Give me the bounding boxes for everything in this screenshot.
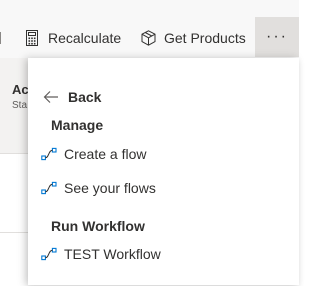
form-divider [0,232,30,233]
create-flow-label: Create a flow [64,146,147,162]
flow-flyout-menu: Back Manage Create a flow See your flows… [28,58,299,285]
test-workflow-menu-item[interactable]: TEST Workflow [41,244,161,264]
box-icon [141,30,156,46]
see-flows-menu-item[interactable]: See your flows [41,178,156,198]
form-section [0,153,30,286]
more-icon: ··· [266,28,288,45]
flow-icon [41,247,57,261]
recalculate-label: Recalculate [48,30,122,46]
back-button[interactable]: Back [43,88,101,106]
create-flow-menu-item[interactable]: Create a flow [41,144,146,164]
form-title: Ac [12,82,29,97]
get-products-label: Get Products [164,30,246,46]
form-subtitle: Sta [12,100,28,111]
get-products-button[interactable]: Get Products [141,22,246,54]
flow-icon [41,181,57,195]
toolbar-separator [0,32,5,44]
section-heading-manage: Manage [51,117,104,133]
back-label: Back [68,89,102,105]
recalculate-button[interactable]: Recalculate [25,22,121,54]
section-heading-run-workflow: Run Workflow [51,218,145,234]
flow-icon [41,147,57,161]
calculator-icon [25,30,39,46]
back-arrow-icon [43,90,59,104]
test-workflow-label: TEST Workflow [64,246,161,262]
more-commands-button[interactable]: ··· [255,17,299,57]
see-flows-label: See your flows [64,180,156,196]
